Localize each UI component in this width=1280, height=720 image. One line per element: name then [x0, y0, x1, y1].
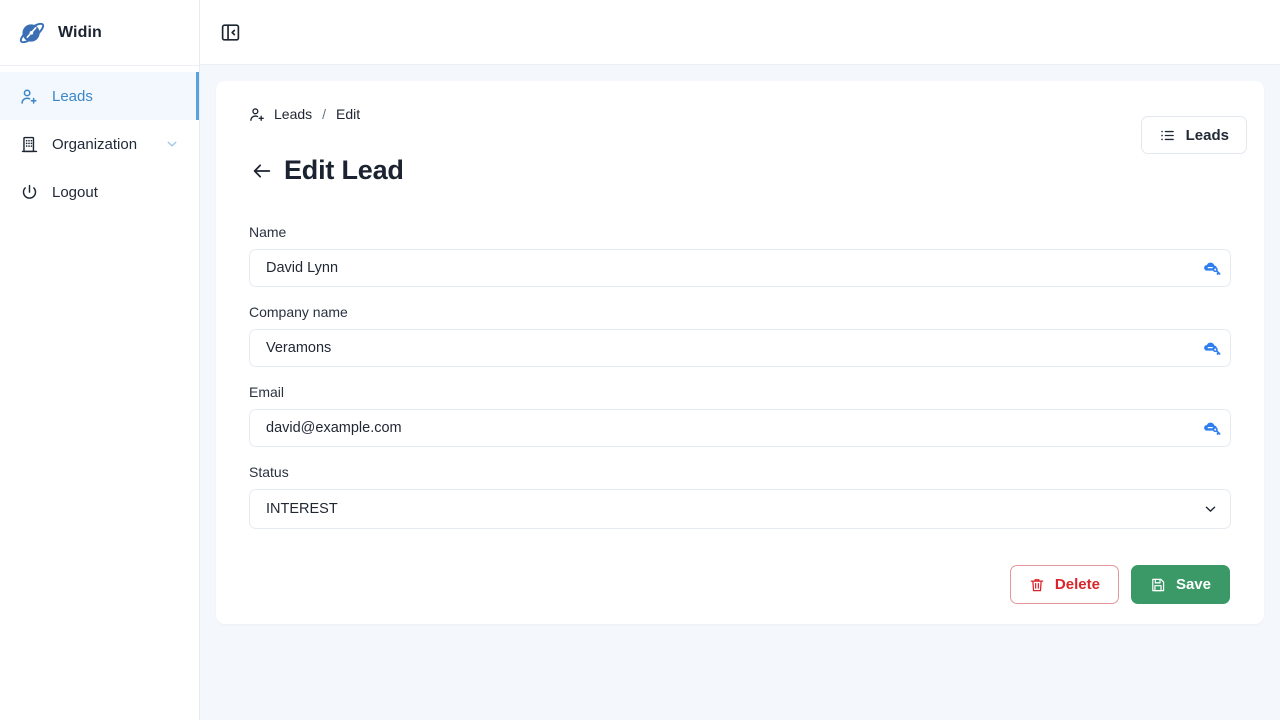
field-label-email: Email	[249, 384, 285, 401]
leads-list-button[interactable]: Leads	[1140, 116, 1247, 154]
user-plus-icon	[20, 87, 39, 106]
topbar	[200, 0, 1280, 65]
breadcrumb-separator: /	[322, 106, 327, 122]
field-label-status: Status	[249, 464, 289, 481]
brand[interactable]: Widin	[0, 0, 199, 66]
building-icon	[20, 135, 39, 154]
password-autofill-icon[interactable]	[1202, 258, 1222, 278]
leads-button-label: Leads	[1185, 126, 1229, 144]
password-autofill-icon[interactable]	[1202, 418, 1222, 438]
sidebar-item-label: Leads	[52, 87, 93, 105]
status-select-value: INTEREST	[266, 501, 338, 518]
delete-button-label: Delete	[1054, 576, 1100, 594]
field-email: Email	[249, 384, 1231, 448]
field-company-name: Company name	[249, 304, 1231, 368]
field-status: Status INTEREST	[249, 464, 1231, 530]
breadcrumb-item-leads[interactable]: Leads	[274, 106, 312, 122]
sidebar-item-logout[interactable]: Logout	[0, 168, 199, 216]
select-wrap-status: INTEREST	[249, 489, 1231, 530]
chevron-down-icon[interactable]	[165, 137, 179, 151]
breadcrumb-item-edit: Edit	[336, 106, 361, 122]
main-region: Leads / Edit Edit Lead Leads Name David …	[200, 0, 1280, 720]
app-root: Widin Leads Organization Logout Leads / …	[0, 0, 1280, 720]
save-button[interactable]: Save	[1130, 565, 1230, 605]
list-icon	[1159, 127, 1176, 144]
edit-lead-card: Leads / Edit Edit Lead Leads Name David …	[216, 81, 1264, 625]
save-button-label: Save	[1175, 576, 1211, 594]
input-wrap-name	[249, 249, 1231, 288]
field-name: Name	[249, 224, 1231, 288]
status-select[interactable]: INTEREST	[249, 489, 1231, 530]
sidebar-item-organization[interactable]: Organization	[0, 120, 199, 168]
breadcrumb: Leads / Edit	[232, 103, 1248, 125]
trash-icon	[1029, 577, 1045, 593]
user-plus-icon	[249, 106, 266, 123]
sidebar-nav: Leads Organization Logout	[0, 66, 199, 216]
email-input[interactable]	[249, 409, 1231, 448]
brand-name: Widin	[58, 23, 102, 41]
name-input[interactable]	[249, 249, 1231, 288]
sidebar-item-label: Logout	[52, 183, 98, 201]
field-label-company-name: Company name	[249, 304, 348, 321]
company-name-input[interactable]	[249, 329, 1231, 368]
content-area: Leads / Edit Edit Lead Leads Name David …	[200, 65, 1280, 720]
delete-button[interactable]: Delete	[1009, 565, 1119, 605]
input-wrap-company-name	[249, 329, 1231, 368]
input-wrap-email	[249, 409, 1231, 448]
form-actions: Delete Save	[249, 565, 1231, 605]
password-autofill-icon[interactable]	[1202, 338, 1222, 358]
field-label-name: Name	[249, 224, 287, 241]
title-row: Edit Lead Leads	[232, 116, 1248, 202]
save-disk-icon	[1150, 577, 1166, 593]
arrow-left-icon[interactable]	[249, 158, 275, 184]
sidebar: Widin Leads Organization Logout	[0, 0, 200, 720]
sidebar-item-leads[interactable]: Leads	[0, 72, 199, 120]
power-icon	[20, 183, 39, 202]
page-title: Edit Lead	[284, 155, 404, 186]
sidebar-item-label: Organization	[52, 135, 138, 153]
planet-icon	[17, 18, 47, 48]
edit-lead-form: Name David Lynn Company name Veramons Em…	[232, 224, 1248, 605]
panel-collapse-icon[interactable]	[216, 18, 244, 46]
